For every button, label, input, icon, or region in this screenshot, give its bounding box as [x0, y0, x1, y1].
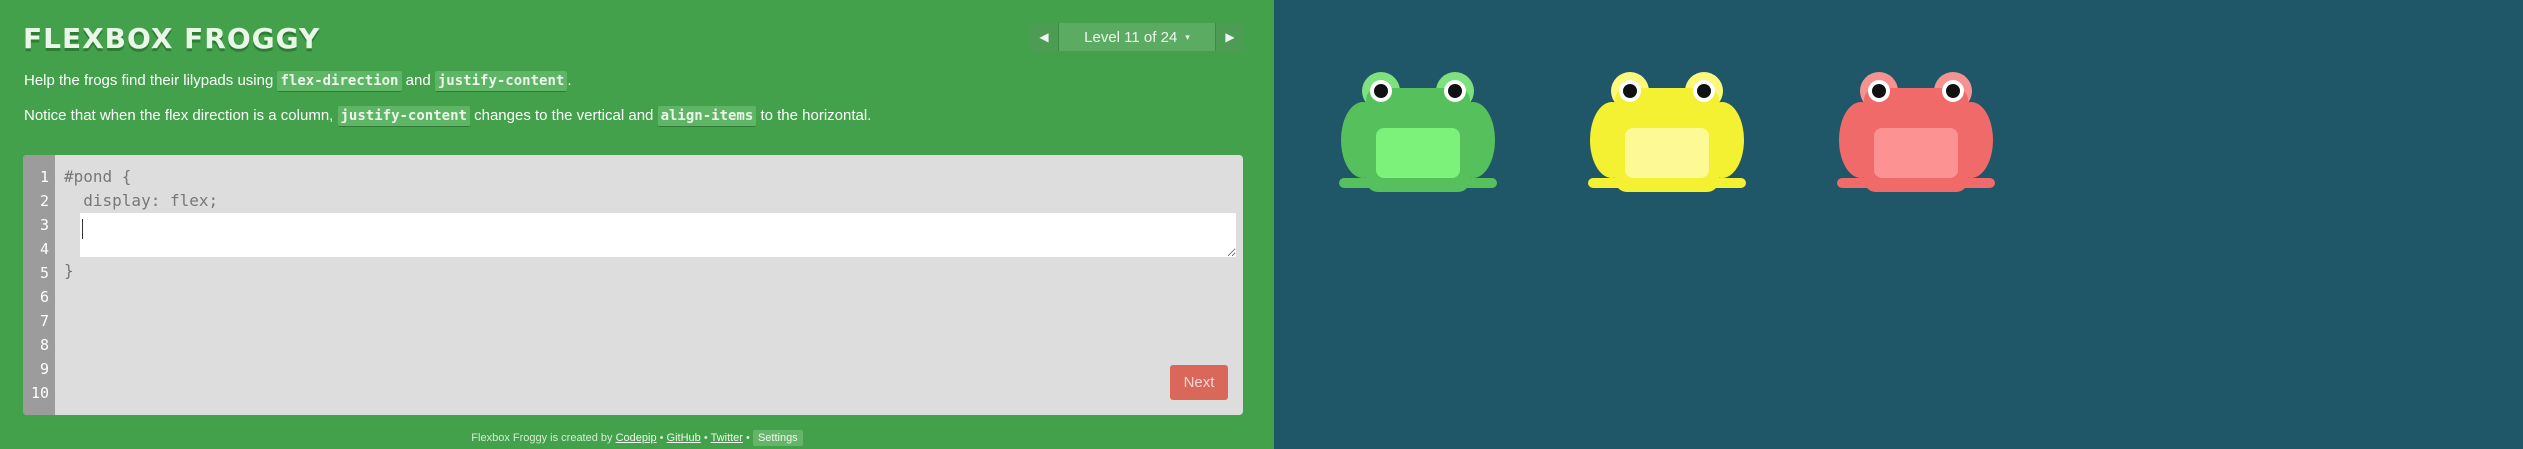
code-line-pond-open: #pond { [64, 167, 132, 186]
line-number: 1 [39, 168, 49, 186]
instruction-text: changes to the vertical and [469, 107, 658, 124]
red-frog [1837, 72, 1995, 192]
caret-down-icon: ▾ [1185, 31, 1190, 42]
line-number: 7 [39, 312, 49, 330]
footer: Flexbox Froggy is created by Codepip • G… [0, 430, 1274, 446]
line-number-gutter: 1 2 3 4 5 6 7 8 9 10 [23, 155, 55, 415]
twitter-link[interactable]: Twitter [711, 432, 743, 444]
line-number: 9 [39, 360, 49, 378]
line-number: 5 [39, 264, 49, 282]
instruction-text: . [567, 72, 572, 89]
arrow-left-icon: ◀ [1039, 30, 1049, 44]
level-label: Level 11 of 24 [1084, 28, 1178, 46]
footer-text: Flexbox Froggy is created by [471, 432, 616, 444]
settings-button[interactable]: Settings [752, 430, 803, 446]
footer-separator: • [700, 432, 711, 444]
instruction-line-1: Help the frogs find their lilypads using… [24, 71, 572, 92]
line-number: 8 [39, 336, 49, 354]
level-indicator[interactable]: Level 11 of 24 ▾ [1059, 23, 1215, 51]
instruction-text: Help the frogs find their lilypads using [24, 72, 278, 89]
next-button[interactable]: Next [1170, 365, 1228, 400]
footer-separator: • [742, 432, 753, 444]
code-line-display-flex: display: flex; [64, 191, 219, 210]
instruction-line-2: Notice that when the flex direction is a… [24, 106, 872, 127]
line-number: 10 [30, 384, 49, 402]
previous-level-button[interactable]: ◀ [1030, 23, 1059, 51]
instruction-text: to the horizontal. [756, 107, 872, 124]
instruction-text: Notice that when the flex direction is a… [24, 107, 338, 124]
code-line-pond-close: } [64, 261, 74, 280]
app-title: FLEXBOX FROGGY [23, 22, 321, 55]
code-term-justify-content: justify-content [337, 106, 470, 127]
next-level-button[interactable]: ▶ [1215, 23, 1244, 51]
line-number: 3 [39, 216, 49, 234]
line-number: 2 [39, 192, 49, 210]
yellow-frog [1588, 72, 1746, 192]
green-frog [1339, 72, 1497, 192]
text-cursor [82, 219, 83, 239]
css-code-input[interactable] [80, 213, 1236, 257]
code-term-flex-direction: flex-direction [277, 71, 402, 92]
arrow-right-icon: ▶ [1225, 30, 1235, 44]
code-term-justify-content: justify-content [434, 71, 568, 92]
line-number: 6 [39, 288, 49, 306]
code-term-align-items: align-items [657, 106, 757, 127]
line-number: 4 [39, 240, 49, 258]
sidebar-panel: FLEXBOX FROGGY ◀ Level 11 of 24 ▾ ▶ Help… [0, 0, 1274, 449]
level-navigation: ◀ Level 11 of 24 ▾ ▶ [1030, 23, 1244, 51]
codepip-link[interactable]: Codepip [616, 432, 657, 444]
github-link[interactable]: GitHub [667, 432, 701, 444]
code-editor: 1 2 3 4 5 6 7 8 9 10 #pond { display: fl… [23, 155, 1243, 415]
pond [1274, 0, 2523, 449]
instruction-text: and [401, 72, 435, 89]
footer-separator: • [656, 432, 667, 444]
